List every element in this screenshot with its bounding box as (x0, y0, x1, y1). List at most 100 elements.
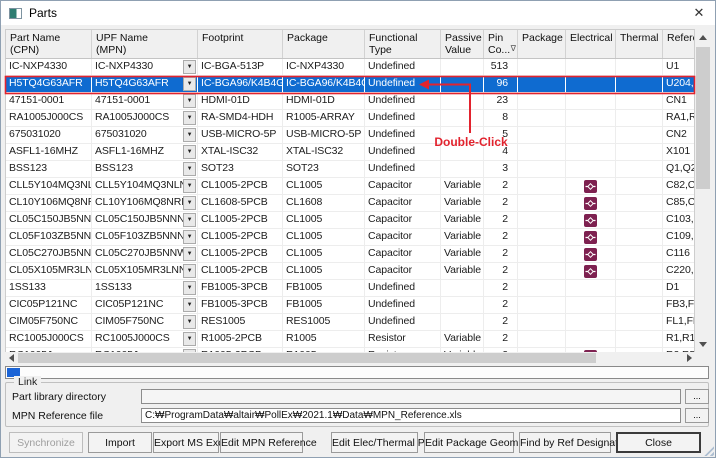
edit-elec-thermal-prop-button[interactable]: Edit Elec/Thermal Prop (331, 432, 418, 453)
mpn-dropdown-button[interactable]: ▼ (183, 111, 196, 125)
table-row-BSS123[interactable]: BSS123BSS123▼SOT23SOT23Undefined3Q1,Q2 (6, 161, 694, 178)
mpn-reference-file-field[interactable]: C:₩ProgramData₩altair₩PollEx₩2021.1₩Data… (141, 408, 681, 423)
find-by-ref-designator-button[interactable]: Find by Ref Designator (519, 432, 611, 453)
mpn-dropdown-button[interactable]: ▼ (183, 281, 196, 295)
part-library-directory-field[interactable] (141, 389, 681, 404)
column-header-reference[interactable]: Reference (663, 30, 695, 58)
import-button[interactable]: Import (88, 432, 152, 453)
table-row-CL05C150JB5NNND[interactable]: CL05C150JB5NNNDCL05C150JB5NNND▼CL1005-2P… (6, 212, 694, 229)
table-row-RA1005J000CS[interactable]: RA1005J000CSRA1005J000CS▼RA-SMD4-HDHR100… (6, 110, 694, 127)
column-header-package[interactable]: Package (283, 30, 365, 58)
electrical-property-icon[interactable] (584, 265, 597, 278)
cell-thermal (616, 229, 663, 245)
cell-thermal (616, 297, 663, 313)
cell-passive_value: Variable (441, 212, 484, 228)
mpn-dropdown-button[interactable]: ▼ (183, 298, 196, 312)
cell-cpn: 675031020 (6, 127, 92, 143)
link-group: Link Part library directory ... MPN Refe… (5, 382, 709, 427)
column-header-passive_value[interactable]: Passive Value (441, 30, 484, 58)
mpn-dropdown-button[interactable]: ▼ (183, 247, 196, 261)
electrical-property-icon[interactable] (584, 197, 597, 210)
cell-package2 (518, 110, 566, 126)
electrical-property-icon[interactable] (584, 180, 597, 193)
resize-grip[interactable] (702, 444, 714, 456)
cell-cpn: CL10Y106MQ8NRNC (6, 195, 92, 211)
cell-package: CL1608 (283, 195, 365, 211)
column-header-footprint[interactable]: Footprint (198, 30, 283, 58)
cell-package2 (518, 161, 566, 177)
cell-package2 (518, 144, 566, 160)
mpn-dropdown-button[interactable]: ▼ (183, 60, 196, 74)
mpn-dropdown-button[interactable]: ▼ (183, 162, 196, 176)
table-row-IC-NXP4330[interactable]: IC-NXP4330IC-NXP4330▼IC-BGA-513PIC-NXP43… (6, 59, 694, 76)
part-library-browse-button[interactable]: ... (685, 389, 709, 404)
cell-package: CL1005 (283, 212, 365, 228)
mpn-dropdown-button[interactable]: ▼ (183, 213, 196, 227)
cell-electrical (566, 195, 616, 211)
cell-pin_count: 4 (484, 144, 518, 160)
cell-reference: Q1,Q2 (663, 161, 695, 177)
scroll-left-icon[interactable] (5, 352, 17, 364)
electrical-property-icon[interactable] (584, 214, 597, 227)
cell-mpn: CL10Y106MQ8NRNC▼ (92, 195, 198, 211)
column-header-electrical[interactable]: Electrical (566, 30, 616, 58)
table-row-RC1005J000CS[interactable]: RC1005J000CSRC1005J000CS▼R1005-2PCBR1005… (6, 331, 694, 348)
mpn-dropdown-button[interactable]: ▼ (183, 196, 196, 210)
mpn-dropdown-button[interactable]: ▼ (183, 94, 196, 108)
column-header-package2[interactable]: Package (518, 30, 566, 58)
column-header-pin_count[interactable]: Pin Co...∇ (484, 30, 518, 58)
cell-functional_type: Undefined (365, 110, 441, 126)
table-row-CL05F103ZB5NNNC[interactable]: CL05F103ZB5NNNCCL05F103ZB5NNNC▼CL1005-2P… (6, 229, 694, 246)
mpn-dropdown-button[interactable]: ▼ (183, 230, 196, 244)
export-ms-excel-button[interactable]: Export MS Excel (153, 432, 219, 453)
column-header-mpn[interactable]: UPF Name (MPN) (92, 30, 198, 58)
column-header-functional_type[interactable]: Functional Type (365, 30, 441, 58)
table-row-CIC05P121NC[interactable]: CIC05P121NCCIC05P121NC▼FB1005-3PCBFB1005… (6, 297, 694, 314)
table-row-CIM05F750NC[interactable]: CIM05F750NCCIM05F750NC▼RES1005RES1005Und… (6, 314, 694, 331)
column-header-thermal[interactable]: Thermal (616, 30, 663, 58)
table-row-1SS133[interactable]: 1SS1331SS133▼FB1005-3PCBFB1005Undefined2… (6, 280, 694, 297)
table-row-CL05X105MR3LNNH[interactable]: CL05X105MR3LNNHCL05X105MR3LNNH▼CL1005-2P… (6, 263, 694, 280)
mpn-reference-browse-button[interactable]: ... (685, 408, 709, 423)
horizontal-scrollbar[interactable] (5, 352, 695, 364)
cell-passive_value (441, 314, 484, 330)
mpn-dropdown-button[interactable]: ▼ (183, 264, 196, 278)
scroll-right-icon[interactable] (683, 352, 695, 364)
column-header-cpn[interactable]: Part Name (CPN) (6, 30, 92, 58)
table-row-ASFL1-16MHZ[interactable]: ASFL1-16MHZASFL1-16MHZ▼XTAL-ISC32XTAL-IS… (6, 144, 694, 161)
mpn-dropdown-button[interactable]: ▼ (183, 315, 196, 329)
cell-footprint: CL1608-5PCB (198, 195, 283, 211)
edit-package-geom-button[interactable]: Edit Package Geom (424, 432, 514, 453)
scroll-down-icon[interactable] (695, 338, 711, 350)
cell-passive_value: Variable (441, 331, 484, 347)
mpn-dropdown-button[interactable]: ▼ (183, 179, 196, 193)
electrical-property-icon[interactable] (584, 248, 597, 261)
table-row-CL05C270JB5NNWC[interactable]: CL05C270JB5NNWCCL05C270JB5NNWC▼CL1005-2P… (6, 246, 694, 263)
mpn-dropdown-button[interactable]: ▼ (183, 332, 196, 346)
cell-footprint: USB-MICRO-5P (198, 127, 283, 143)
vertical-scrollbar-thumb[interactable] (696, 47, 710, 189)
cell-thermal (616, 195, 663, 211)
synchronize-button[interactable]: Synchronize (9, 432, 83, 453)
table-row-675031020[interactable]: 675031020675031020▼USB-MICRO-5PUSB-MICRO… (6, 127, 694, 144)
vertical-scrollbar[interactable] (695, 29, 711, 352)
mpn-dropdown-button[interactable]: ▼ (183, 77, 196, 91)
cell-package2 (518, 246, 566, 262)
table-row-CL10Y106MQ8NRNC[interactable]: CL10Y106MQ8NRNCCL10Y106MQ8NRNC▼CL1608-5P… (6, 195, 694, 212)
cell-cpn: H5TQ4G63AFR (6, 76, 92, 92)
cell-footprint: FB1005-3PCB (198, 297, 283, 313)
table-row-CLL5Y104MQ3NLNC[interactable]: CLL5Y104MQ3NLNCCLL5Y104MQ3NLNC▼CL1005-2P… (6, 178, 694, 195)
electrical-property-icon[interactable] (584, 231, 597, 244)
table-row-47151-0001[interactable]: 47151-000147151-0001▼HDMI-01DHDMI-01DUnd… (6, 93, 694, 110)
mpn-dropdown-button[interactable]: ▼ (183, 128, 196, 142)
edit-mpn-reference-button[interactable]: Edit MPN Reference (220, 432, 303, 453)
table-row-H5TQ4G63AFR[interactable]: H5TQ4G63AFRH5TQ4G63AFR▼IC-BGA96/K4B4G16I… (6, 76, 694, 93)
scroll-up-icon[interactable] (695, 31, 711, 43)
cell-electrical (566, 246, 616, 262)
mpn-dropdown-button[interactable]: ▼ (183, 145, 196, 159)
horizontal-scrollbar-thumb[interactable] (18, 353, 596, 363)
close-icon[interactable]: ✕ (683, 1, 715, 24)
cell-reference: D1 (663, 280, 695, 296)
cell-cpn: 47151-0001 (6, 93, 92, 109)
close-button[interactable]: Close (616, 432, 701, 453)
